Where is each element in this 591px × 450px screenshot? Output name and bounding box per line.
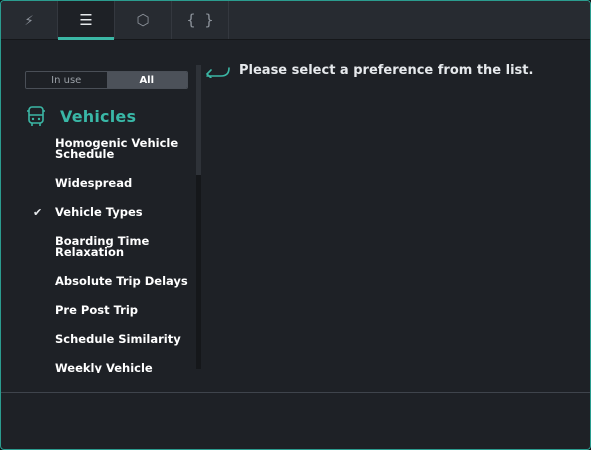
- checkmark-icon: ✔: [33, 206, 43, 219]
- scrollbar-thumb[interactable]: [196, 65, 201, 175]
- list-item-absolute-trip-delays[interactable]: Absolute Trip Delays: [55, 276, 190, 287]
- selection-hint: Please select a preference from the list…: [203, 63, 533, 78]
- list-item-pre-post-trip[interactable]: Pre Post Trip: [55, 305, 190, 316]
- group-header-vehicles: Vehicles: [25, 105, 136, 127]
- hint-text: Please select a preference from the list…: [239, 63, 534, 78]
- preference-list: Vehicles Homogenic Vehicle Schedule Wide…: [1, 1, 196, 373]
- list-item-homogenic-vehicle-schedule[interactable]: Homogenic Vehicle Schedule: [55, 137, 190, 159]
- app-window: ⚡ ☰ ⬡ { } In use All Vehicles Homogenic …: [0, 0, 591, 450]
- list-scrollbar[interactable]: [196, 65, 201, 369]
- group-title: Vehicles: [60, 106, 137, 126]
- arrow-left-icon: [205, 66, 230, 78]
- list-item-widespread[interactable]: Widespread: [55, 178, 190, 189]
- list-item-weekly-vehicle[interactable]: Weekly Vehicle: [55, 363, 190, 373]
- bus-icon: [27, 106, 45, 126]
- footer-divider: [1, 392, 590, 393]
- list-item-boarding-time-relaxation[interactable]: Boarding Time Relaxation: [55, 235, 190, 257]
- list-item-schedule-similarity[interactable]: Schedule Similarity: [55, 334, 190, 345]
- list-item-vehicle-types[interactable]: Vehicle Types: [55, 207, 190, 218]
